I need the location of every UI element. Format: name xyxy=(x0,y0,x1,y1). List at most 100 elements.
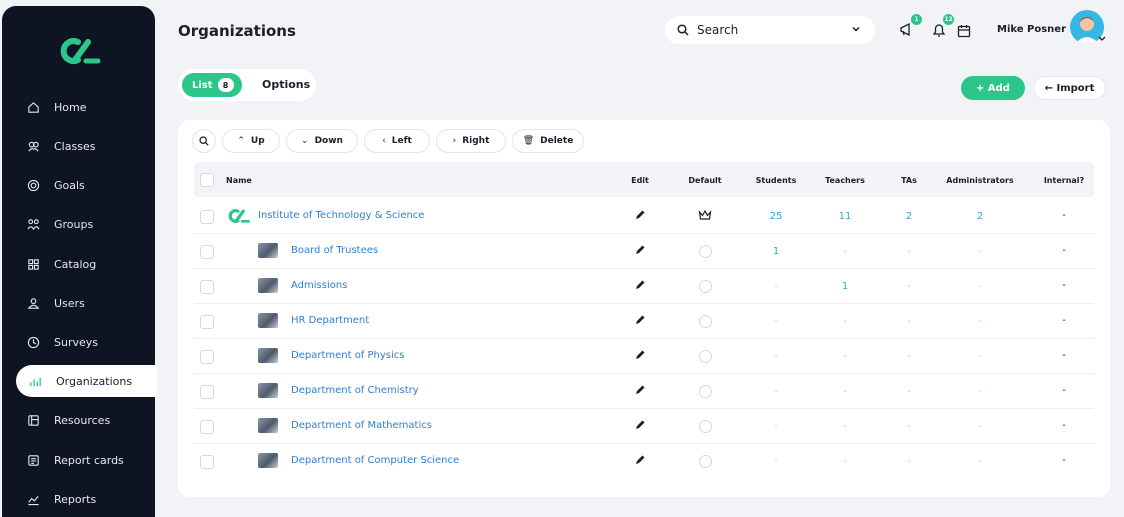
tas-count[interactable]: - xyxy=(889,351,929,362)
default-radio[interactable] xyxy=(699,420,712,433)
add-button[interactable]: + Add xyxy=(961,76,1025,100)
notifications-button[interactable]: 1 xyxy=(898,14,922,40)
students-count[interactable]: 1 xyxy=(756,246,796,257)
administrators-count[interactable]: - xyxy=(960,386,1000,397)
column-students[interactable]: Students xyxy=(746,176,806,185)
tab-list[interactable]: List 8 xyxy=(182,73,242,97)
students-count[interactable]: - xyxy=(756,316,796,327)
pencil-icon[interactable] xyxy=(634,314,646,326)
organization-name-link[interactable]: Department of Physics xyxy=(291,350,405,361)
sidebar-item-catalog[interactable]: Catalog xyxy=(14,248,155,280)
row-checkbox[interactable] xyxy=(200,455,214,469)
administrators-count[interactable]: - xyxy=(960,316,1000,327)
organization-name-link[interactable]: Department of Mathematics xyxy=(291,420,432,431)
organization-name-link[interactable]: HR Department xyxy=(291,315,369,326)
row-checkbox[interactable] xyxy=(200,210,214,224)
move-up-button[interactable]: ⌃ Up xyxy=(222,129,280,153)
table-row[interactable]: Board of Trustees 1 - - - - xyxy=(194,234,1094,269)
teachers-count[interactable]: - xyxy=(825,246,865,257)
teachers-count[interactable]: - xyxy=(825,421,865,432)
move-right-button[interactable]: › Right xyxy=(436,129,506,153)
organization-name-link[interactable]: Department of Chemistry xyxy=(291,385,419,396)
sidebar-item-surveys[interactable]: Surveys xyxy=(14,326,155,358)
table-row[interactable]: Department of Physics - - - - - xyxy=(194,339,1094,374)
column-internal[interactable]: Internal? xyxy=(1034,176,1094,185)
administrators-count[interactable]: - xyxy=(960,351,1000,362)
teachers-count[interactable]: 1 xyxy=(825,281,865,292)
students-count[interactable]: - xyxy=(756,421,796,432)
default-radio[interactable] xyxy=(699,280,712,293)
row-checkbox[interactable] xyxy=(200,315,214,329)
sidebar-item-report-cards[interactable]: Report cards xyxy=(14,444,155,476)
tas-count[interactable]: - xyxy=(889,386,929,397)
move-left-button[interactable]: ‹ Left xyxy=(364,129,430,153)
alerts-button[interactable]: 12 xyxy=(930,14,954,40)
table-row[interactable]: Department of Mathematics - - - - - xyxy=(194,409,1094,444)
table-search-button[interactable] xyxy=(192,129,216,153)
pencil-icon[interactable] xyxy=(634,454,646,466)
delete-button[interactable]: 🗑 Delete xyxy=(512,129,584,153)
default-radio[interactable] xyxy=(699,385,712,398)
column-tas[interactable]: TAs xyxy=(889,176,929,185)
table-row[interactable]: Admissions - 1 - - - xyxy=(194,269,1094,304)
administrators-count[interactable]: - xyxy=(960,281,1000,292)
tas-count[interactable]: - xyxy=(889,281,929,292)
pencil-icon[interactable] xyxy=(634,349,646,361)
column-teachers[interactable]: Teachers xyxy=(815,176,875,185)
row-checkbox[interactable] xyxy=(200,350,214,364)
sidebar-item-organizations[interactable]: Organizations xyxy=(16,365,157,397)
pencil-icon[interactable] xyxy=(634,419,646,431)
tas-count[interactable]: - xyxy=(889,316,929,327)
default-radio[interactable] xyxy=(699,315,712,328)
pencil-icon[interactable] xyxy=(634,244,646,256)
row-checkbox[interactable] xyxy=(200,245,214,259)
column-administrators[interactable]: Administrators xyxy=(938,176,1022,185)
user-name[interactable]: Mike Posner xyxy=(997,24,1066,35)
sidebar-item-classes[interactable]: Classes xyxy=(14,130,155,162)
table-row[interactable]: HR Department - - - - - xyxy=(194,304,1094,339)
students-count[interactable]: - xyxy=(756,281,796,292)
tas-count[interactable]: - xyxy=(889,246,929,257)
pencil-icon[interactable] xyxy=(634,279,646,291)
students-count[interactable]: 25 xyxy=(756,211,796,222)
column-default[interactable]: Default xyxy=(680,176,730,185)
row-checkbox[interactable] xyxy=(200,280,214,294)
organization-name-link[interactable]: Board of Trustees xyxy=(291,245,378,256)
administrators-count[interactable]: - xyxy=(960,421,1000,432)
organization-name-link[interactable]: Department of Computer Science xyxy=(291,455,459,466)
organization-name-link[interactable]: Institute of Technology & Science xyxy=(258,210,424,221)
sidebar-item-resources[interactable]: Resources xyxy=(14,404,155,436)
students-count[interactable]: - xyxy=(756,351,796,362)
sidebar-item-users[interactable]: Users xyxy=(14,287,155,319)
chevron-down-icon[interactable] xyxy=(851,24,861,34)
tab-options[interactable]: Options xyxy=(262,78,310,91)
column-name[interactable]: Name xyxy=(226,176,252,185)
default-radio[interactable] xyxy=(699,350,712,363)
teachers-count[interactable]: - xyxy=(825,316,865,327)
tas-count[interactable]: - xyxy=(889,456,929,467)
sidebar-item-home[interactable]: Home xyxy=(14,91,155,123)
teachers-count[interactable]: - xyxy=(825,456,865,467)
app-logo[interactable] xyxy=(58,36,102,66)
teachers-count[interactable]: - xyxy=(825,351,865,362)
sidebar-item-reports[interactable]: Reports xyxy=(14,483,155,515)
move-down-button[interactable]: ⌄ Down xyxy=(286,129,358,153)
select-all-checkbox[interactable] xyxy=(200,173,214,187)
user-menu-chevron-icon[interactable] xyxy=(1098,36,1106,42)
table-row[interactable]: Department of Chemistry - - - - - xyxy=(194,374,1094,409)
sidebar-item-goals[interactable]: Goals xyxy=(14,169,155,201)
sidebar-item-groups[interactable]: Groups xyxy=(14,208,155,240)
students-count[interactable]: - xyxy=(756,456,796,467)
crown-icon[interactable] xyxy=(698,209,712,221)
administrators-count[interactable]: - xyxy=(960,246,1000,257)
pencil-icon[interactable] xyxy=(634,384,646,396)
tas-count[interactable]: - xyxy=(889,421,929,432)
teachers-count[interactable]: - xyxy=(825,386,865,397)
students-count[interactable]: - xyxy=(756,386,796,397)
default-radio[interactable] xyxy=(699,455,712,468)
tas-count[interactable]: 2 xyxy=(889,211,929,222)
teachers-count[interactable]: 11 xyxy=(825,211,865,222)
search-input[interactable]: Search xyxy=(665,16,875,44)
organization-name-link[interactable]: Admissions xyxy=(291,280,347,291)
table-row[interactable]: Institute of Technology & Science 25 11 … xyxy=(194,199,1094,234)
